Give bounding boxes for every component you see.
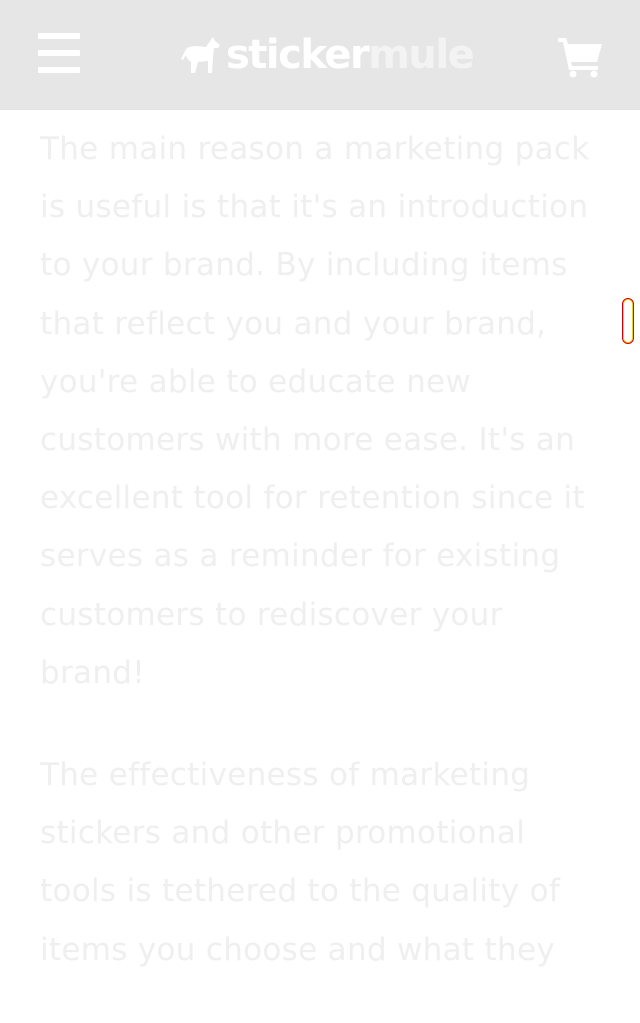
mule-icon <box>181 37 220 73</box>
stickermule-logo[interactable]: stickermule <box>180 30 475 80</box>
hamburger-menu-button[interactable] <box>34 30 84 78</box>
logo-wordmark-mule: mule <box>368 32 475 78</box>
scrollbar-thumb[interactable] <box>622 298 634 344</box>
article-body: The main reason a marketing pack is usef… <box>40 120 610 1023</box>
cart-button[interactable] <box>556 34 606 78</box>
shopping-cart-icon <box>558 38 602 78</box>
logo-wordmark-sticker: sticker <box>226 32 370 78</box>
article-paragraph-1: The main reason a marketing pack is usef… <box>40 131 590 691</box>
top-nav-bar: stickermule <box>0 0 640 110</box>
logo-wordmark: stickermule <box>226 30 475 80</box>
article-paragraph-2: The effectiveness of marketing stickers … <box>40 757 561 968</box>
